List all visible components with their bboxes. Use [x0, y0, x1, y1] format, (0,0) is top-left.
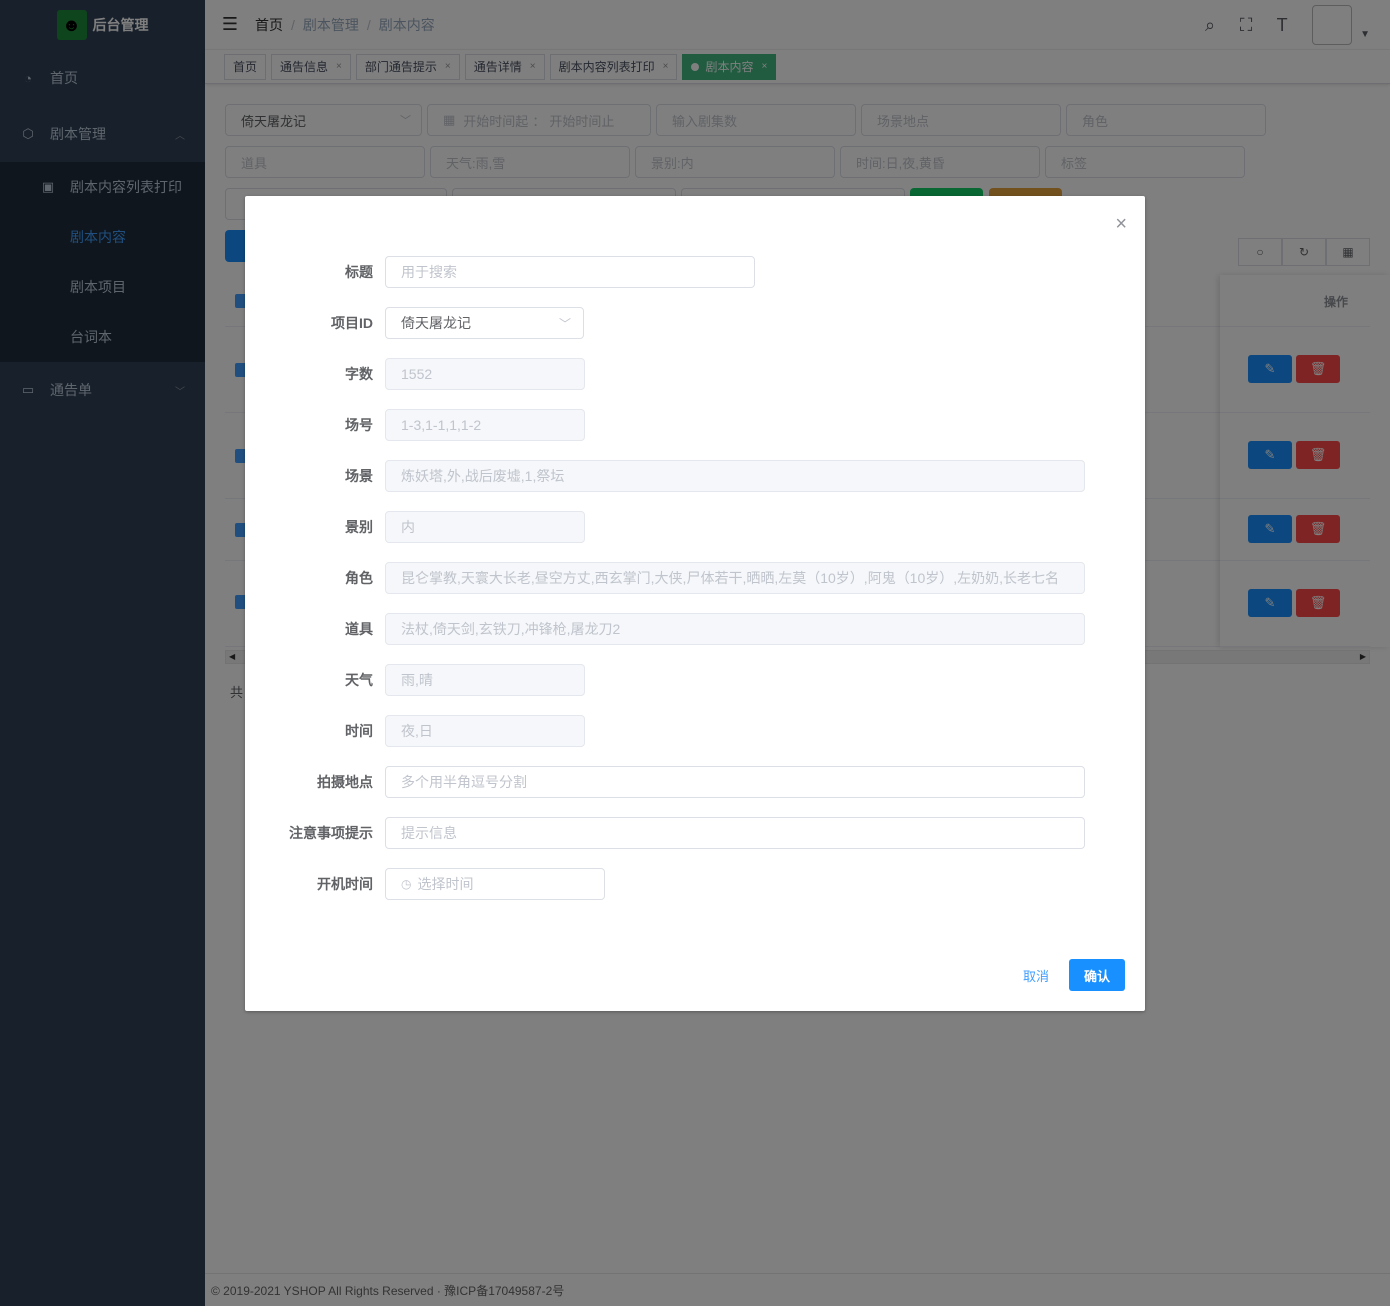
shoot-location-placeholder: 多个用半角逗号分割: [401, 774, 527, 790]
words-value: 1552: [401, 366, 433, 382]
edit-form: 标题 用于搜索 项目ID 倚天屠龙记 ﹀ 字数 1552 场号 1-3,1-1,1…: [245, 256, 1145, 919]
words-label: 字数: [345, 366, 373, 382]
edit-dialog: × 标题 用于搜索 项目ID 倚天屠龙记 ﹀ 字数 1552 场号 1-3,1-1…: [245, 196, 1145, 1011]
role-input: 昆仑掌教,天寰大长老,昼空方丈,西玄掌门,大侠,尸体若干,晒晒,左莫（10岁）,…: [385, 562, 1085, 594]
form-row-time: 时间 夜,日: [245, 715, 1145, 747]
time-label: 时间: [345, 723, 373, 739]
role-value: 昆仑掌教,天寰大长老,昼空方丈,西玄掌门,大侠,尸体若干,晒晒,左莫（10岁）,…: [401, 570, 1060, 586]
notes-placeholder: 提示信息: [401, 825, 457, 841]
form-row-scene-no: 场号 1-3,1-1,1,1-2: [245, 409, 1145, 441]
role-label: 角色: [345, 570, 373, 586]
time-value: 夜,日: [401, 723, 433, 739]
title-input[interactable]: 用于搜索: [385, 256, 755, 288]
form-row-words: 字数 1552: [245, 358, 1145, 390]
title-label: 标题: [345, 264, 373, 280]
shoot-location-input[interactable]: 多个用半角逗号分割: [385, 766, 1085, 798]
form-row-shoot-location: 拍摄地点 多个用半角逗号分割: [245, 766, 1145, 798]
scene-label: 场景: [345, 468, 373, 484]
start-time-picker[interactable]: ◷ 选择时间: [385, 868, 605, 900]
form-row-notes: 注意事项提示 提示信息: [245, 817, 1145, 849]
title-placeholder: 用于搜索: [401, 264, 457, 280]
scene-type-input: 内: [385, 511, 585, 543]
dialog-footer: 取消 确认: [1017, 959, 1125, 991]
notes-input[interactable]: 提示信息: [385, 817, 1085, 849]
scene-no-value: 1-3,1-1,1,1-2: [401, 417, 482, 433]
form-row-weather: 天气 雨,晴: [245, 664, 1145, 696]
scene-value: 炼妖塔,外,战后废墟,1,祭坛: [401, 468, 565, 484]
shoot-location-label: 拍摄地点: [317, 774, 373, 790]
form-row-title: 标题 用于搜索: [245, 256, 1145, 288]
prop-input: 法杖,倚天剑,玄铁刀,冲锋枪,屠龙刀2: [385, 613, 1085, 645]
scene-no-label: 场号: [345, 417, 373, 433]
clock-icon: ◷: [401, 877, 412, 891]
start-time-label: 开机时间: [317, 876, 373, 892]
words-input: 1552: [385, 358, 585, 390]
notes-label: 注意事项提示: [289, 825, 373, 841]
time-input: 夜,日: [385, 715, 585, 747]
form-row-prop: 道具 法杖,倚天剑,玄铁刀,冲锋枪,屠龙刀2: [245, 613, 1145, 645]
weather-value: 雨,晴: [401, 672, 433, 688]
form-row-scene: 场景 炼妖塔,外,战后废墟,1,祭坛: [245, 460, 1145, 492]
project-value: 倚天屠龙记: [401, 315, 471, 331]
project-label: 项目ID: [331, 315, 373, 331]
prop-label: 道具: [345, 621, 373, 637]
weather-label: 天气: [345, 672, 373, 688]
form-row-scene-type: 景别 内: [245, 511, 1145, 543]
form-row-project: 项目ID 倚天屠龙记 ﹀: [245, 307, 1145, 339]
form-row-role: 角色 昆仑掌教,天寰大长老,昼空方丈,西玄掌门,大侠,尸体若干,晒晒,左莫（10…: [245, 562, 1145, 594]
scene-type-value: 内: [401, 519, 415, 535]
scene-input: 炼妖塔,外,战后废墟,1,祭坛: [385, 460, 1085, 492]
close-icon[interactable]: ×: [1115, 214, 1127, 234]
start-time-placeholder: 选择时间: [417, 876, 474, 892]
scene-no-input: 1-3,1-1,1,1-2: [385, 409, 585, 441]
chevron-down-icon: ﹀: [558, 316, 571, 331]
prop-value: 法杖,倚天剑,玄铁刀,冲锋枪,屠龙刀2: [401, 621, 621, 637]
project-id-select[interactable]: 倚天屠龙记 ﹀: [385, 307, 584, 339]
cancel-button[interactable]: 取消: [1017, 959, 1055, 991]
scene-type-label: 景别: [345, 519, 373, 535]
confirm-button[interactable]: 确认: [1069, 959, 1125, 991]
weather-input: 雨,晴: [385, 664, 585, 696]
form-row-start-time: 开机时间 ◷ 选择时间: [245, 868, 1145, 900]
